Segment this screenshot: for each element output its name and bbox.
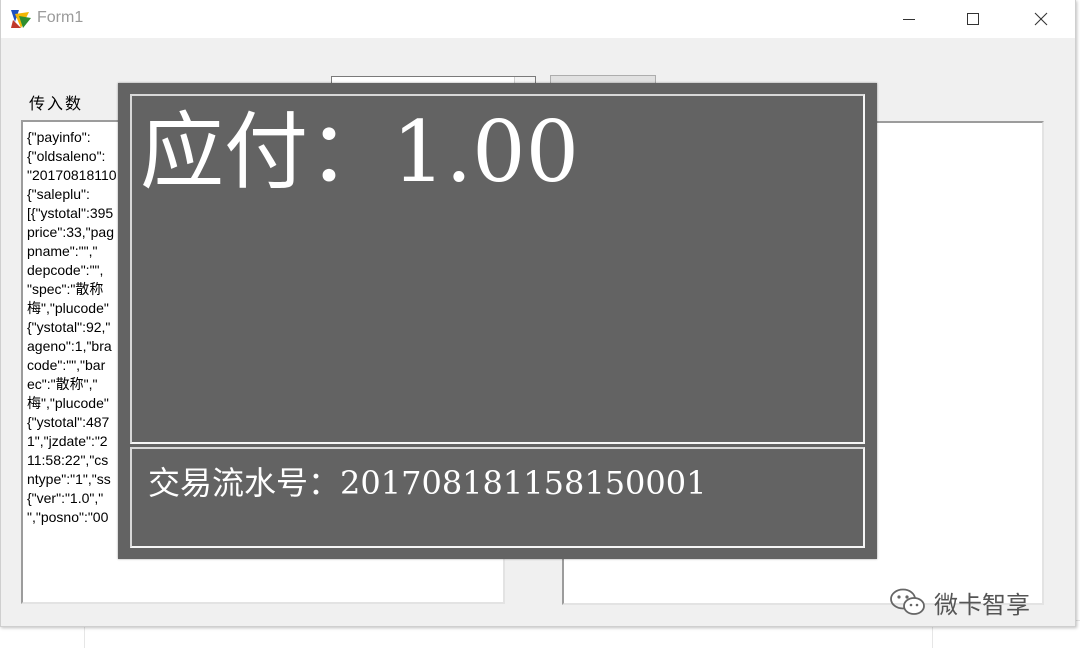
serial-label: 交易流水号： — [148, 464, 341, 502]
watermark: 微卡智享 — [888, 584, 1030, 620]
minimize-button[interactable] — [877, 0, 941, 38]
maximize-icon — [967, 13, 979, 25]
minimize-icon — [903, 19, 915, 20]
serial-value: 201708181158150001 — [340, 464, 707, 502]
desktop-divider — [932, 626, 933, 648]
amount-value: 1.00 — [392, 103, 580, 201]
watermark-text: 微卡智享 — [934, 590, 1030, 619]
amount-due: 应付：1.00 — [140, 102, 579, 202]
window-title: Form1 — [37, 9, 84, 26]
payment-display-dialog: 应付：1.00 交易流水号：201708181158150001 — [118, 83, 877, 559]
serial-panel: 交易流水号：201708181158150001 — [130, 447, 865, 548]
desktop-divider — [84, 626, 85, 648]
app-icon — [9, 8, 33, 30]
input-data-label: 传入数 — [29, 94, 84, 113]
transaction-serial: 交易流水号：201708181158150001 — [148, 463, 706, 503]
amount-label: 应付： — [140, 103, 393, 201]
maximize-button[interactable] — [941, 0, 1005, 38]
wechat-icon — [890, 588, 925, 615]
amount-panel: 应付：1.00 — [130, 94, 865, 444]
close-icon — [1034, 12, 1048, 26]
title-bar[interactable]: Form1 — [1, 0, 1075, 38]
close-button[interactable] — [1009, 0, 1073, 38]
